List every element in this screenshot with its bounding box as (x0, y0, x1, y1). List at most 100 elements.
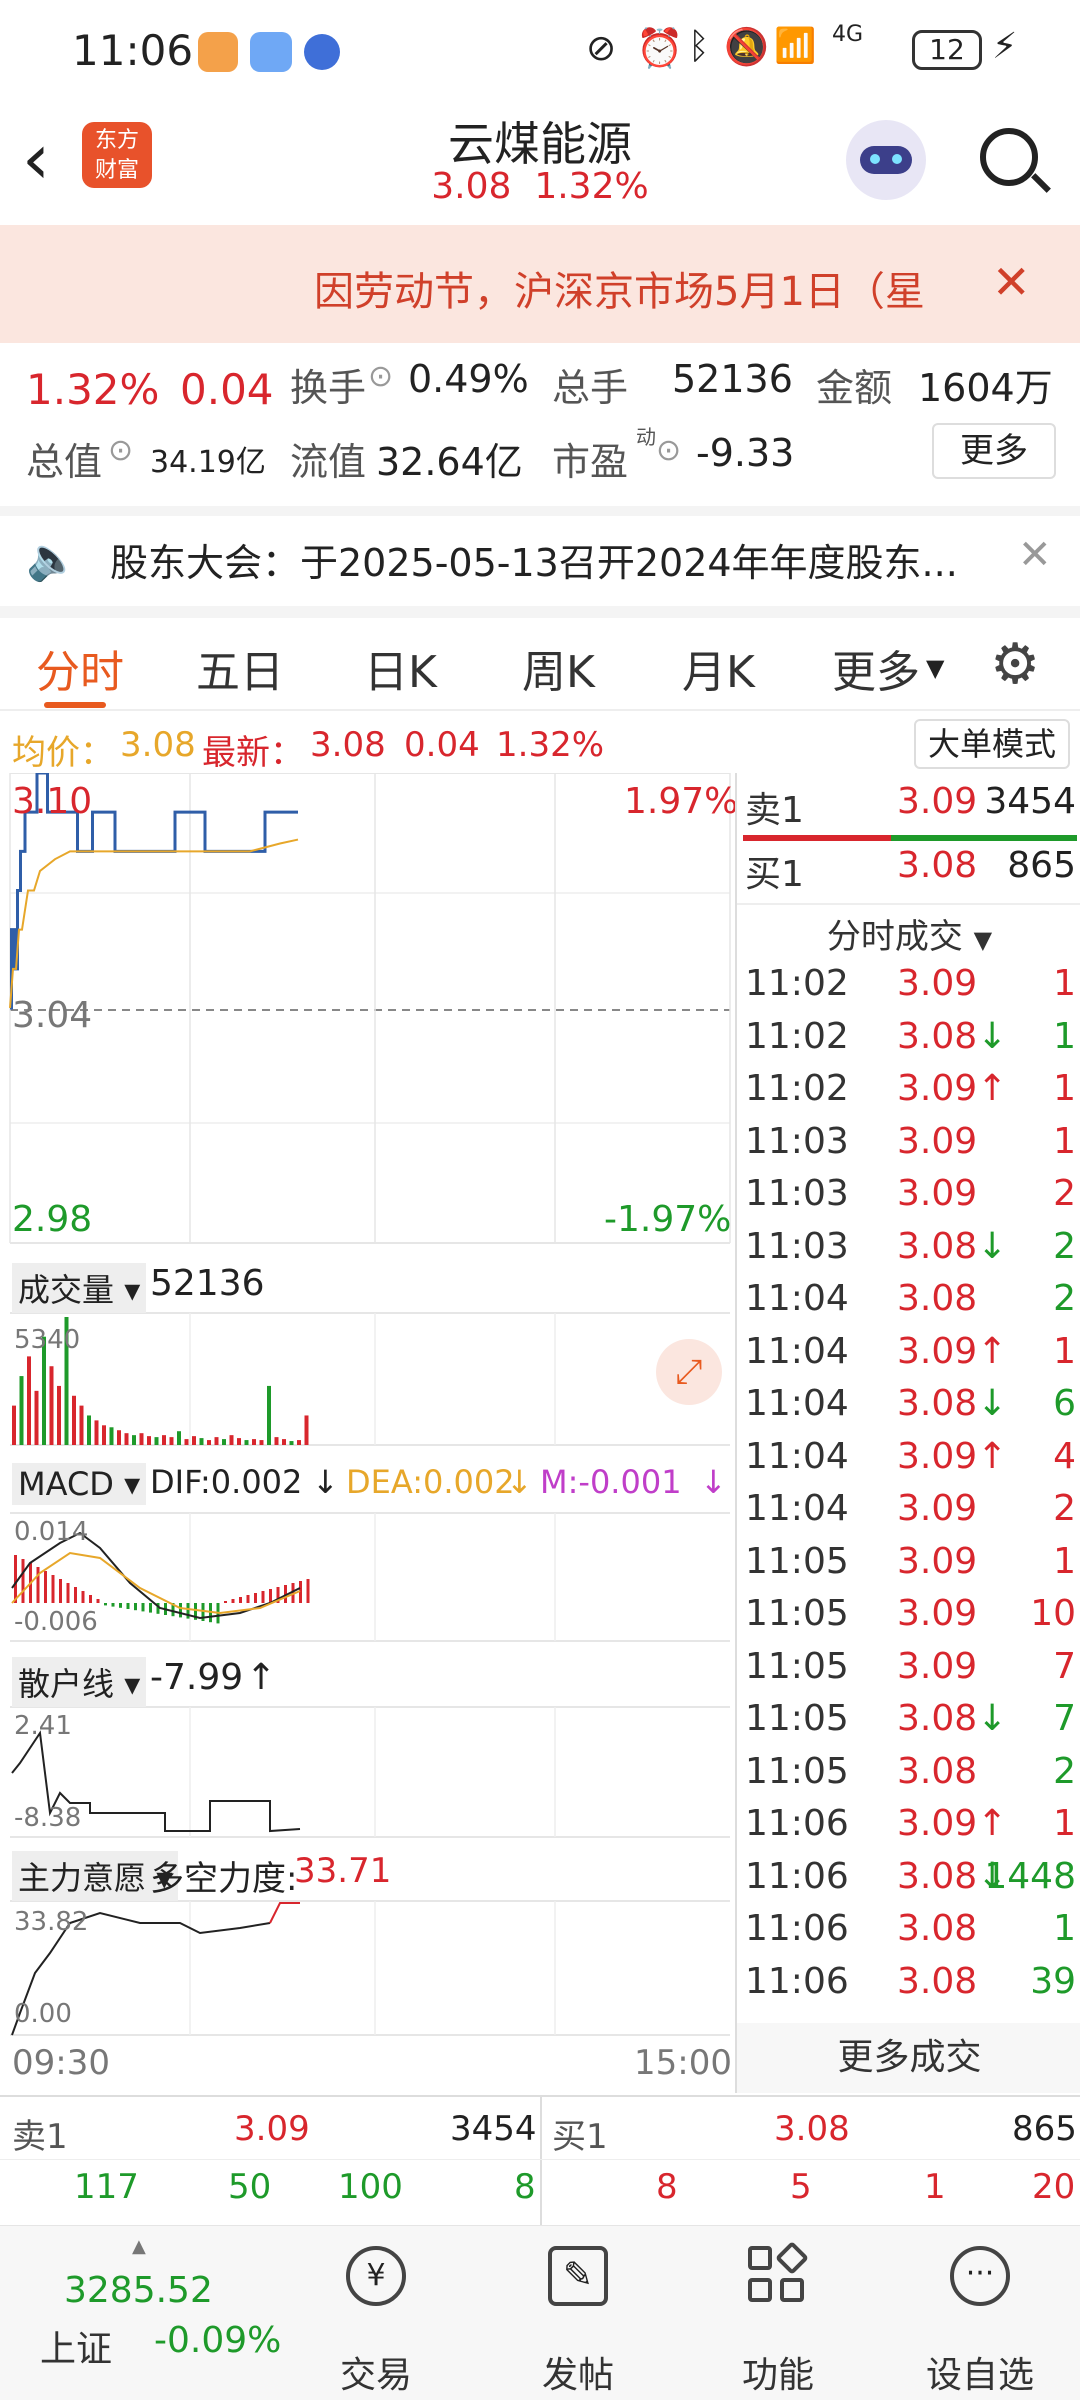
trade-price: 3.08 (897, 1908, 978, 1949)
trade-row: 11:05 3.08 2 (737, 1751, 1080, 1804)
trade-yen-icon: ¥ (346, 2246, 406, 2306)
level1-orderbook: 卖1 3.09 3454 买1 3.08 865 117 50 100 8 8 … (0, 2095, 1080, 2225)
latest-value: 3.08 (310, 725, 386, 765)
trade-price: 3.09↑ (897, 1435, 1008, 1477)
trades-header-label: 分时成交 (826, 917, 963, 957)
macd-bar (254, 1593, 257, 1603)
trade-row: 11:04 3.09↑ 1 (737, 1331, 1080, 1384)
macd-bar (14, 1555, 17, 1603)
down-arrow-icon: ↓ (977, 1225, 1008, 1267)
close-meeting-icon[interactable]: ✕ (1018, 532, 1052, 578)
back-button[interactable]: ‹ (22, 118, 50, 200)
info-icon[interactable]: ⊙ (108, 433, 133, 468)
trades-header[interactable]: 分时成交 ▼ (737, 909, 1080, 958)
trade-volume: 39 (1030, 1960, 1076, 2002)
trade-time: 11:05 (745, 1645, 849, 1687)
nav-trade-label: 交易 (339, 2355, 412, 2396)
trade-volume: 2 (1053, 1278, 1076, 1319)
amount-label: 金额 (816, 366, 893, 410)
info-icon[interactable]: ⊙ (656, 433, 681, 468)
volume-bar (49, 1366, 54, 1445)
quote-panel: 1.32% 0.04 换手 ⊙ 0.49% 总手 52136 金额 1604万 … (0, 343, 1080, 503)
settings-gear-icon[interactable]: ⚙ (990, 632, 1040, 697)
more-quote-button[interactable]: 更多 (932, 423, 1056, 479)
volume-bar (274, 1437, 279, 1445)
more-caret-icon: ▼ (926, 654, 945, 682)
volume-indicator-select[interactable]: 成交量 ▾ (12, 1263, 147, 1313)
l1-sell-vol: 3454 (450, 2109, 537, 2149)
trade-time: 11:02 (745, 1015, 849, 1057)
sell1-label: 卖1 (745, 790, 804, 831)
tab-daily-k[interactable]: 日K (364, 636, 437, 700)
trade-row: 11:05 3.09 1 (737, 1541, 1080, 1594)
intraday-chart-panel[interactable]: 3.10 3.04 2.98 1.97% -1.97% 成交量 ▾ 52136 … (0, 773, 739, 2093)
tab-weekly-k[interactable]: 周K (522, 636, 595, 700)
close-notice-icon[interactable]: ✕ (992, 255, 1031, 309)
expand-chart-icon[interactable]: ⤢ (656, 1339, 722, 1405)
sell-ratio-bar (743, 835, 891, 841)
sell1-price: 3.09 (897, 781, 978, 822)
page-title: 云煤能源 (448, 117, 632, 171)
latest-change: 0.04 (404, 725, 480, 765)
volume-bar (237, 1438, 241, 1445)
trade-time: 11:05 (745, 1750, 849, 1792)
trade-volume: 4 (1053, 1435, 1076, 1477)
l1-sell-sub-2: 50 (228, 2167, 272, 2207)
up-arrow-icon: ↑ (977, 1435, 1008, 1477)
info-icon[interactable]: ⊙ (368, 359, 393, 394)
macd-bar (269, 1589, 272, 1603)
alarm-icon: ⏰ (636, 26, 684, 70)
pct-max-label: 1.97% (624, 781, 739, 822)
trade-price: 3.09 (897, 963, 978, 1004)
trade-price: 3.09↑ (897, 1330, 1008, 1372)
trade-volume: 2 (1053, 1488, 1076, 1529)
search-icon[interactable] (980, 128, 1051, 193)
trade-volume: 1 (1053, 1540, 1076, 1582)
volume-bar (169, 1437, 174, 1445)
macd-bar (141, 1603, 145, 1612)
trade-row: 11:06 3.08 1 (737, 1908, 1080, 1961)
volume-bar (259, 1440, 264, 1445)
trade-row: 11:03 3.09 2 (737, 1173, 1080, 1226)
meeting-notice[interactable]: 🔈 股东大会：于2025-05-13召开2024年年度股东... ✕ (0, 506, 1080, 606)
volume-bar (222, 1439, 226, 1445)
mktcap-label: 总值 (26, 440, 103, 484)
holiday-notice-banner[interactable]: 因劳动节，沪深京市场5月1日（星 ✕ (0, 225, 1080, 343)
main-force-min-label: 0.00 (14, 1999, 72, 2029)
trade-time: 11:06 (745, 1960, 849, 2002)
l1-sell-sub-4: 8 (514, 2167, 536, 2207)
more-trades-button[interactable]: 更多成交 (737, 2023, 1080, 2093)
caret-down-icon: ▼ (973, 926, 993, 954)
down-arrow-icon: ↓ (312, 1463, 339, 1501)
macd-bar (21, 1559, 25, 1603)
robot-assistant-icon[interactable] (846, 120, 926, 200)
trade-volume: 7 (1053, 1645, 1076, 1687)
volume-label: 总手 (552, 366, 629, 410)
latest-label: 最新： (202, 733, 304, 773)
up-arrow-icon: ↑ (977, 1068, 1008, 1109)
tab-5day[interactable]: 五日 (196, 636, 284, 700)
header-change: 1.32% (534, 166, 649, 207)
trade-time: 11:04 (745, 1330, 849, 1372)
main-force-label: 主力意愿 (18, 1859, 147, 1897)
tab-more[interactable]: 更多 (832, 636, 920, 700)
l1-buy-vol: 865 (1012, 2109, 1077, 2149)
nav-post-label: 发帖 (541, 2355, 614, 2396)
macd-indicator-select[interactable]: MACD ▾ (12, 1463, 147, 1505)
tab-monthly-k[interactable]: 月K (682, 636, 755, 700)
more-dots-icon: ··· (950, 2246, 1010, 2306)
macd-bar (51, 1575, 55, 1603)
pe-value: -9.33 (696, 431, 795, 475)
big-order-mode-button[interactable]: 大单模式 (914, 719, 1070, 769)
status-bar: 11:06 ⊘ ⏰ ᛒ 🔕 📶 4G 12 ⚡ (0, 0, 1080, 100)
macd-bar (81, 1591, 85, 1603)
trade-row: 11:04 3.09↑ 4 (737, 1436, 1080, 1489)
l1-buy-price: 3.08 (774, 2109, 850, 2149)
volume-label: 成交量 (18, 1271, 115, 1309)
index-ticker[interactable]: ▲ 3285.52 上证 -0.09% (20, 2236, 281, 2386)
tab-intraday[interactable]: 分时 (36, 636, 124, 700)
grid-apps-icon (748, 2241, 809, 2306)
volume-bar (109, 1427, 114, 1445)
volume-bar (184, 1439, 189, 1445)
retail-indicator-select[interactable]: 散户线 ▾ (12, 1657, 147, 1707)
